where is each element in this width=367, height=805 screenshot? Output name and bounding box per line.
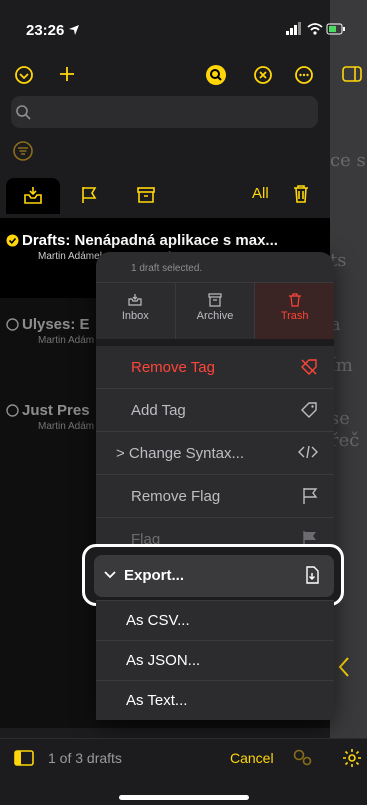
tab-archive[interactable] (136, 185, 156, 205)
search-input[interactable] (11, 96, 318, 128)
sidebar-toggle-icon[interactable] (342, 66, 362, 82)
home-indicator (119, 795, 249, 800)
draft-title: Drafts: Nenápadná aplikace s max... (22, 232, 278, 249)
tab-trash[interactable] (292, 184, 310, 204)
tag-remove-icon (300, 358, 318, 376)
cancel-button[interactable]: Cancel (230, 750, 274, 766)
more-icon[interactable] (294, 65, 314, 85)
editor-text: ce s (330, 150, 366, 171)
draft-count: 1 of 3 drafts (48, 750, 122, 766)
status-time: 23:26 (26, 22, 65, 39)
menu-item-label: As CSV... (126, 612, 190, 629)
action-label: Trash (280, 310, 309, 322)
menu-item-label: > Change Syntax... (116, 445, 244, 462)
editor-text: řeč (330, 430, 360, 451)
menu-actions: Inbox Archive Trash (96, 282, 334, 346)
add-tag-item[interactable]: Add Tag (96, 389, 334, 432)
close-circle-icon[interactable] (253, 65, 273, 85)
menu-item-label: Remove Flag (131, 488, 221, 505)
menu-item-label: As Text... (126, 692, 188, 709)
menu-item-label: Remove Tag (131, 359, 215, 376)
tab-inbox[interactable] (6, 178, 60, 214)
top-toolbar (0, 60, 330, 92)
archive-icon (207, 293, 223, 307)
location-arrow-icon (68, 24, 80, 36)
code-icon (298, 444, 318, 460)
action-label: Inbox (121, 310, 149, 322)
flag-outline-icon (302, 487, 318, 505)
menu-item-label: Add Tag (131, 402, 186, 419)
trash-icon (288, 293, 302, 307)
filter-icon[interactable] (12, 140, 34, 162)
operations-gear-icon[interactable] (292, 748, 314, 768)
remove-tag-item[interactable]: Remove Tag (96, 346, 334, 389)
export-json-item[interactable]: As JSON... (96, 640, 334, 680)
search-icon[interactable] (205, 64, 227, 86)
sidebar-icon[interactable] (14, 750, 34, 766)
chevron-left-icon[interactable] (338, 656, 350, 678)
move-archive-button[interactable]: Archive (176, 283, 256, 339)
signal-wifi-battery-icon (286, 22, 346, 36)
menu-header: 1 draft selected. (131, 263, 203, 274)
checkmark-circle-icon (6, 234, 19, 247)
select-circle-icon[interactable] (14, 65, 34, 85)
tag-icon (300, 401, 318, 419)
settings-gear-icon[interactable] (342, 748, 362, 768)
move-inbox-button[interactable]: Inbox (96, 283, 176, 339)
add-icon[interactable] (58, 65, 76, 83)
move-trash-button[interactable]: Trash (255, 283, 334, 339)
change-syntax-item[interactable]: > Change Syntax... (96, 432, 334, 475)
menu-item-label: As JSON... (126, 652, 201, 669)
export-csv-item[interactable]: As CSV... (96, 600, 334, 640)
chevron-down-icon (104, 571, 116, 579)
export-text-item[interactable]: As Text... (96, 680, 334, 720)
inbox-icon (22, 186, 44, 206)
tab-all[interactable]: All (252, 185, 269, 202)
export-label: Export... (124, 567, 185, 584)
inbox-icon (127, 293, 143, 307)
tab-flagged[interactable] (80, 185, 98, 205)
search-icon (15, 104, 31, 120)
remove-flag-item[interactable]: Remove Flag (96, 475, 334, 518)
action-label: Archive (196, 310, 234, 322)
document-download-icon (305, 566, 319, 584)
